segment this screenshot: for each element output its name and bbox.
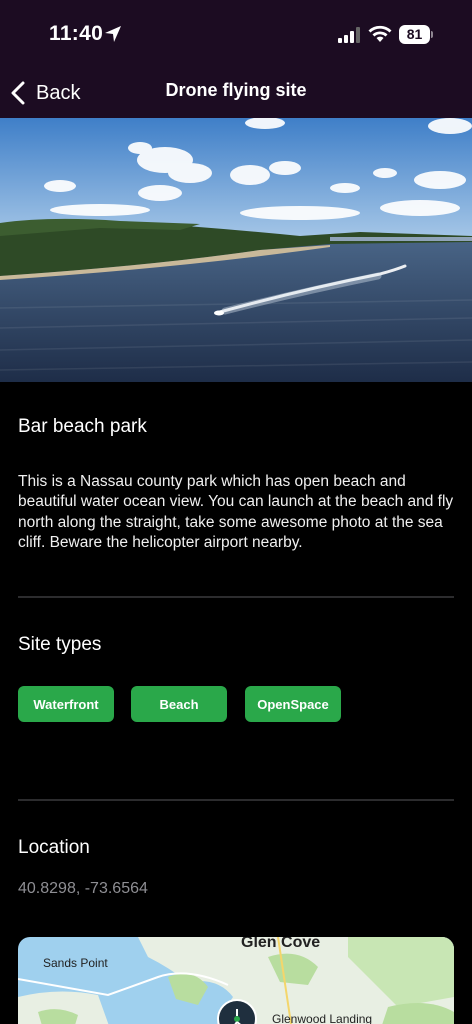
tag-beach[interactable]: Beach	[131, 686, 227, 722]
battery-indicator: 81	[399, 25, 433, 44]
map-label-sands-point: Sands Point	[43, 956, 108, 970]
map-label-glenwood-landing: Glenwood Landing	[272, 1012, 373, 1024]
drone-icon	[234, 1009, 241, 1024]
location-coordinates: 40.8298, -73.6564	[18, 880, 148, 897]
site-types-heading: Site types	[18, 634, 102, 655]
cellular-signal-icon	[338, 27, 360, 43]
location-map[interactable]: Glen Cove Sands Point Glenwood Landing	[18, 937, 454, 1024]
tag-openspace[interactable]: OpenSpace	[245, 686, 341, 722]
drone-site-pin[interactable]	[217, 999, 257, 1024]
map-label-glen-cove: Glen Cove	[241, 937, 321, 951]
battery-tip	[431, 31, 433, 38]
location-heading: Location	[18, 837, 90, 858]
navigation-bar: Back Drone flying site	[0, 68, 472, 118]
site-name: Bar beach park	[18, 416, 147, 437]
location-arrow-icon	[105, 26, 121, 42]
wifi-icon	[368, 25, 392, 42]
header-bar: 11:40 81 Back Drone flying site	[0, 0, 472, 118]
site-description: This is a Nassau county park which has o…	[18, 473, 454, 551]
status-bar: 11:40 81	[0, 0, 472, 68]
tag-waterfront[interactable]: Waterfront	[18, 686, 114, 722]
site-photo	[0, 118, 472, 382]
page-title: Drone flying site	[165, 80, 307, 100]
divider	[18, 596, 454, 598]
divider	[18, 799, 454, 801]
status-time: 11:40	[49, 22, 104, 45]
battery-level: 81	[406, 26, 423, 42]
